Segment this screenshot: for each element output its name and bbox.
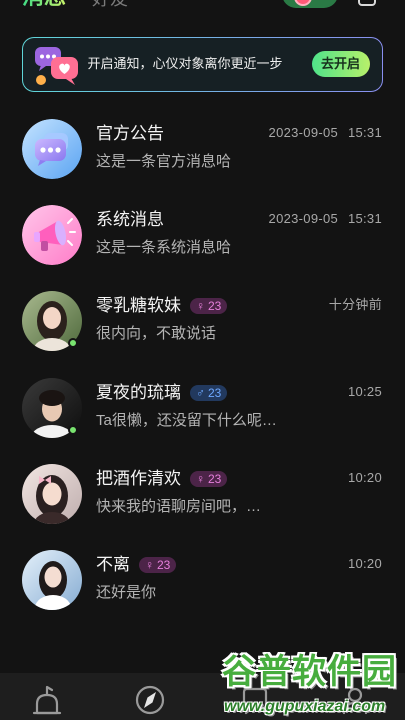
chat-bubble-icon <box>22 119 82 179</box>
gender-icon: ♀ <box>145 558 154 572</box>
message-row-system[interactable]: 系统消息 2023-09-05 15:31 这是一条系统消息哈 <box>0 205 405 265</box>
message-time: 2023-09-05 15:31 <box>268 125 382 140</box>
watermark-title: 谷普软件园 <box>222 653 397 691</box>
gender-age-badge: ♀ 23 <box>190 471 228 487</box>
message-row[interactable]: 把酒作清欢 ♀ 23 10:20 快来我的语聊房间吧，… <box>0 464 405 524</box>
message-time: 10:20 <box>347 470 382 485</box>
message-time: 十分钟前 <box>328 297 382 312</box>
megaphone-icon <box>22 205 82 265</box>
age-value: 23 <box>208 386 222 400</box>
contact-name: 系统消息 <box>96 210 164 229</box>
contacts-icon[interactable] <box>358 0 376 6</box>
contact-name: 把酒作清欢 <box>96 469 181 488</box>
message-time: 2023-09-05 15:31 <box>268 211 382 226</box>
message-preview: Ta很懒，还没留下什么呢… <box>96 412 277 429</box>
contact-name: 官方公告 <box>96 124 164 143</box>
avatar[interactable] <box>22 119 82 179</box>
gender-age-badge: ♀ 23 <box>139 557 177 573</box>
message-row-official[interactable]: 官方公告 2023-09-05 15:31 这是一条官方消息哈 <box>0 119 405 179</box>
contact-name: 夏夜的琉璃 <box>96 383 181 402</box>
name-line: 官方公告 <box>96 123 164 145</box>
message-preview: 快来我的语聊房间吧，… <box>96 498 262 515</box>
name-line: 零乳糖软妹 ♀ 23 <box>96 295 228 317</box>
contact-name: 不离 <box>96 555 130 574</box>
avatar[interactable] <box>22 205 82 265</box>
name-line: 系统消息 <box>96 209 164 231</box>
watermark-url: www.gupuxiazai.com <box>224 698 386 715</box>
notification-chat-bubbles-icon <box>33 41 81 89</box>
age-value: 23 <box>208 472 222 486</box>
banner-text: 开启通知，心仪对象离你更近一步 <box>87 55 283 71</box>
message-preview: 这是一条官方消息哈 <box>96 153 232 170</box>
enable-notifications-button[interactable]: 去开启 <box>311 50 370 77</box>
age-value: 23 <box>208 299 222 313</box>
gender-age-badge: ♂ 23 <box>190 385 228 401</box>
tab-friends[interactable]: 好友 <box>92 0 128 10</box>
message-preview: 很内向，不敢说话 <box>96 325 217 342</box>
online-status-dot <box>68 425 78 435</box>
name-line: 夏夜的琉璃 ♂ 23 <box>96 382 228 404</box>
message-row[interactable]: 不离 ♀ 23 10:20 还好是你 <box>0 550 405 610</box>
watermark: 谷普软件园 www.gupuxiazai.com <box>220 652 403 720</box>
notification-banner[interactable]: 开启通知，心仪对象离你更近一步 去开启 <box>22 37 383 92</box>
gender-age-badge: ♀ 23 <box>190 298 228 314</box>
match-pill-button[interactable] <box>282 0 338 8</box>
avatar[interactable] <box>22 550 82 610</box>
message-preview: 还好是你 <box>96 584 157 601</box>
gender-icon: ♂ <box>196 386 205 400</box>
message-time: 10:25 <box>347 384 382 399</box>
age-value: 23 <box>157 558 171 572</box>
gender-icon: ♀ <box>196 299 205 313</box>
party-icon[interactable] <box>30 683 64 717</box>
name-line: 不离 ♀ 23 <box>96 554 177 576</box>
contact-name: 零乳糖软妹 <box>96 296 181 315</box>
avatar-image <box>22 464 82 524</box>
gender-icon: ♀ <box>196 472 205 486</box>
heart-match-icon <box>294 0 312 6</box>
top-header: 消息 好友 <box>0 0 405 20</box>
message-preview: 这是一条系统消息哈 <box>96 239 232 256</box>
message-row[interactable]: 夏夜的琉璃 ♂ 23 10:25 Ta很懒，还没留下什么呢… <box>0 378 405 438</box>
avatar[interactable] <box>22 464 82 524</box>
compass-icon[interactable] <box>133 683 167 717</box>
tab-messages[interactable]: 消息 <box>22 0 66 9</box>
message-time: 10:20 <box>347 556 382 571</box>
online-status-dot <box>68 338 78 348</box>
name-line: 把酒作清欢 ♀ 23 <box>96 468 228 490</box>
message-row[interactable]: 零乳糖软妹 ♀ 23 十分钟前 很内向，不敢说话 <box>0 291 405 351</box>
avatar-image <box>22 550 82 610</box>
